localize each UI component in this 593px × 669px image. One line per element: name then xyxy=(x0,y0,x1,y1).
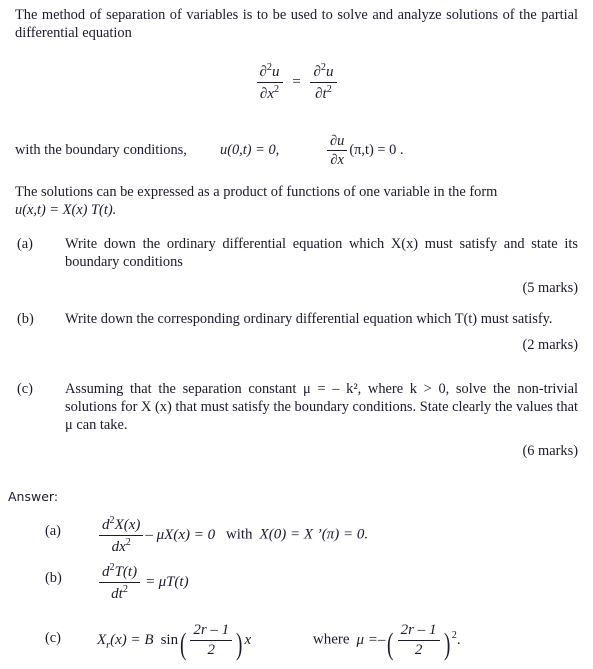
pde-display-equation: ∂2u ∂x2 = ∂2u ∂t2 xyxy=(0,62,593,103)
answer-b-num-function: T(t) xyxy=(114,564,138,580)
product-form-equation: u(x,t) = X(x) T(t). xyxy=(15,202,117,218)
question-item-a: (a) Write down the ordinary differential… xyxy=(17,235,578,297)
pde-equals-sign: = xyxy=(292,73,301,90)
pde-rhs-num-partial: ∂ xyxy=(313,64,321,80)
answer-a-with-word: with xyxy=(225,526,253,543)
pde-lhs-denominator: ∂x2 xyxy=(257,83,283,103)
question-marker-a: (a) xyxy=(17,236,33,252)
answer-a-den-exponent: 2 xyxy=(125,536,131,548)
pde-lhs-den-base: ∂x xyxy=(259,85,274,102)
question-marks-a: (5 marks) xyxy=(522,280,578,296)
pde-lhs: ∂2u ∂x2 xyxy=(255,62,289,102)
answer-c-mu-frac-numerator: 2r – 1 xyxy=(397,622,440,641)
product-form-text: The solutions can be expressed as a prod… xyxy=(15,184,498,200)
pde-lhs-num-variable: u xyxy=(272,64,280,80)
answer-c-frac-numerator: 2r – 1 xyxy=(190,622,233,641)
answer-heading: Answer: xyxy=(8,489,59,504)
answer-a-numerator: d2X(x) xyxy=(99,515,144,536)
boundary-condition-1: u(0,t) = 0, xyxy=(220,141,280,158)
pde-lhs-num-partial: ∂ xyxy=(259,64,267,80)
pde-lhs-den-exponent: 2 xyxy=(274,83,280,95)
boundary-condition-2-numerator: ∂u xyxy=(327,133,348,152)
answer-b-rhs: μT(t) xyxy=(158,573,189,590)
question-item-b: (b) Write down the corresponding ordinar… xyxy=(17,310,578,354)
pde-rhs-den-exponent: 2 xyxy=(326,83,332,95)
pde-rhs-numerator: ∂2u xyxy=(310,62,337,83)
answer-c-sin: sin xyxy=(160,631,179,648)
pde-rhs: ∂2u ∂t2 xyxy=(305,62,339,102)
pde-rhs-num-variable: u xyxy=(326,64,334,80)
answer-c-frac-denominator: 2 xyxy=(207,641,216,658)
answer-a-tail: – μX(x) = 0 xyxy=(145,526,216,543)
answer-marker-b: (b) xyxy=(45,570,62,586)
boundary-condition-2: ∂u ∂x (π,t) = 0 . xyxy=(325,133,403,168)
boundary-condition-2-fraction: ∂u ∂x xyxy=(327,133,348,169)
question-item-c: (c) Assuming that the separation constan… xyxy=(17,380,578,460)
question-marker-c: (c) xyxy=(17,381,33,397)
answer-b-equation: d2T(t) dt2 = μT(t) xyxy=(97,562,189,602)
answer-c-mu-label: μ = xyxy=(356,631,378,648)
answer-marker-c: (c) xyxy=(45,630,61,646)
answer-item-a: (a) d2X(x) dx2 – μX(x) = 0 with X(0) = X … xyxy=(17,515,578,556)
answer-c-mu-expression: μ =–( 2r – 1 2 ) 2. xyxy=(356,622,461,661)
question-marks-b: (2 marks) xyxy=(522,337,578,353)
answer-c-X: X xyxy=(97,631,107,648)
product-form-paragraph: The solutions can be expressed as a prod… xyxy=(15,183,578,219)
answer-a-boundary-conditions: X(0) = X ’(π) = 0. xyxy=(259,526,369,543)
answer-b-den-base: dt xyxy=(111,585,123,602)
question-text-a: Write down the ordinary differential equ… xyxy=(65,236,578,270)
question-marks-c: (6 marks) xyxy=(522,443,578,459)
pde-lhs-numerator: ∂2u xyxy=(256,62,283,83)
answer-a-num-d: d xyxy=(102,517,110,533)
answer-c-lhs-arg: (x) = B xyxy=(110,631,154,648)
pde-lhs-fraction: ∂2u ∂x2 xyxy=(256,62,283,103)
answer-c-solution: Xr(x) = Bsin( 2r – 1 2 ) x xyxy=(97,622,252,661)
answer-body-c: Xr(x) = Bsin( 2r – 1 2 ) x where μ =–( 2r … xyxy=(97,622,578,659)
answer-b-num-d: d xyxy=(102,564,110,580)
boundary-conditions-row: with the boundary conditions, u(0,t) = 0,… xyxy=(15,133,578,168)
exam-question-page: The method of separation of variables is… xyxy=(0,0,593,669)
answer-c-where-word: where xyxy=(312,631,350,648)
answer-c-trailing-x: x xyxy=(244,631,252,648)
answer-b-equals-sign: = xyxy=(146,573,155,590)
pde-rhs-fraction: ∂2u ∂t2 xyxy=(310,62,337,103)
answer-item-c: (c) Xr(x) = Bsin( 2r – 1 2 ) x where μ =–(… xyxy=(17,622,578,659)
answer-b-denominator: dt2 xyxy=(99,583,140,603)
boundary-conditions-label: with the boundary conditions, xyxy=(15,141,187,158)
boundary-condition-2-tail: (π,t) = 0 . xyxy=(349,141,404,158)
answer-a-denominator: dx2 xyxy=(99,536,143,556)
answer-a-den-base: dx xyxy=(111,538,126,555)
answer-body-a: d2X(x) dx2 – μX(x) = 0 with X(0) = X ’(π)… xyxy=(97,515,578,556)
question-text-b: Write down the corresponding ordinary di… xyxy=(65,311,553,327)
answer-a-equation: d2X(x) dx2 – μX(x) = 0 xyxy=(97,515,219,555)
answer-c-period: . xyxy=(456,631,461,648)
answer-b-den-exponent: 2 xyxy=(122,583,128,595)
question-marker-b: (b) xyxy=(17,311,34,327)
answer-b-numerator: d2T(t) xyxy=(99,562,141,583)
pde-rhs-den-base: ∂t xyxy=(315,85,327,102)
answer-marker-a: (a) xyxy=(45,523,61,539)
question-text-c: Assuming that the separation constant μ … xyxy=(65,381,578,433)
answer-c-fraction: 2r – 1 2 xyxy=(190,622,233,659)
answer-item-b: (b) d2T(t) dt2 = μT(t) xyxy=(17,562,578,603)
intro-paragraph: The method of separation of variables is… xyxy=(15,7,578,41)
answer-a-fraction: d2X(x) dx2 xyxy=(99,515,144,556)
answer-c-mu-fraction: 2r – 1 2 xyxy=(397,622,440,659)
pde-rhs-denominator: ∂t2 xyxy=(310,83,336,103)
answer-c-minus-sign: – xyxy=(377,631,386,648)
answer-b-fraction: d2T(t) dt2 xyxy=(99,562,141,603)
answer-a-num-function: X(x) xyxy=(114,517,141,533)
answer-c-mu-frac-denominator: 2 xyxy=(414,641,423,658)
answer-body-b: d2T(t) dt2 = μT(t) xyxy=(97,562,578,603)
boundary-condition-2-denominator: ∂x xyxy=(330,152,344,169)
